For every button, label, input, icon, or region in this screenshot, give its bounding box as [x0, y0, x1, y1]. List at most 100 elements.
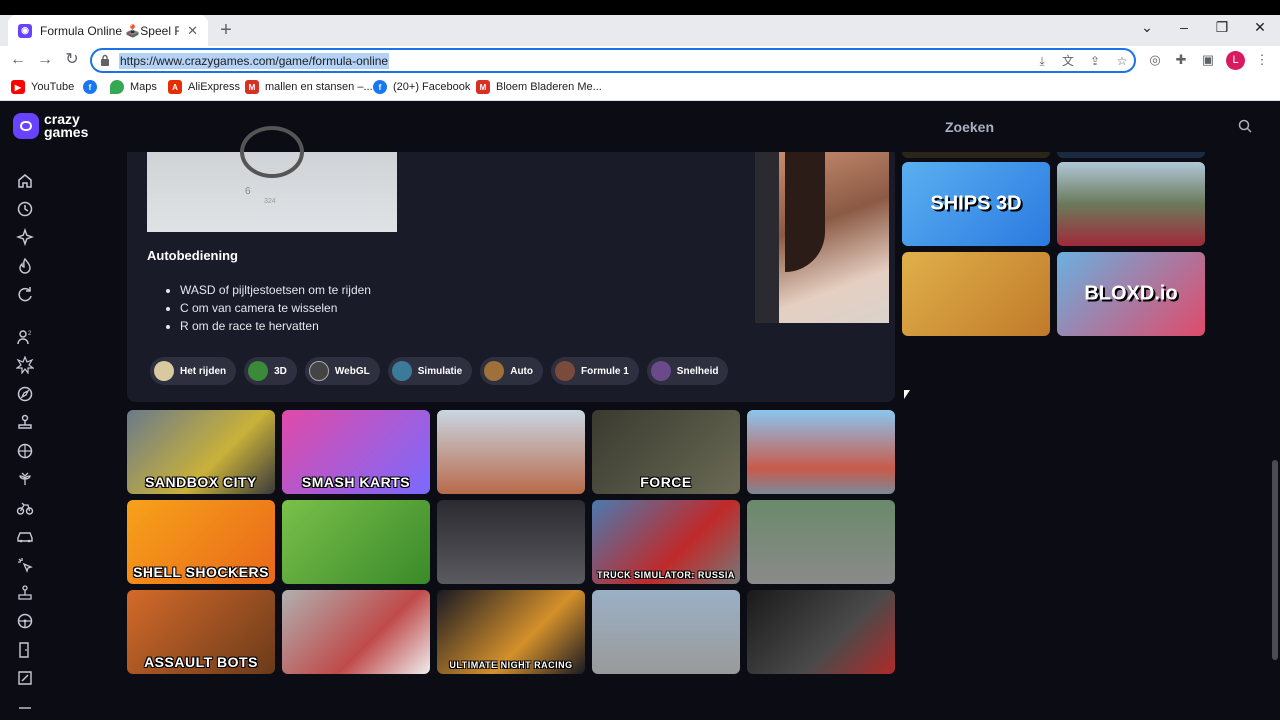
extensions-puzzle-icon[interactable]: ✚ [1172, 51, 1190, 69]
game-tile[interactable]: SMASH KARTS [282, 410, 430, 494]
side-panel-icon[interactable]: ▣ [1199, 51, 1217, 69]
close-window-button[interactable]: ✕ [1250, 19, 1270, 36]
tag-simulatie[interactable]: Simulatie [387, 357, 473, 385]
back-button[interactable]: ← [8, 50, 28, 70]
basketball-icon[interactable] [16, 442, 34, 460]
extension-circle-icon[interactable]: ◎ [1146, 51, 1164, 69]
arcade-joystick-icon[interactable] [16, 413, 34, 431]
tag-label: Formule 1 [581, 365, 629, 377]
game-tile[interactable] [437, 410, 585, 494]
fps-icon[interactable] [16, 669, 34, 687]
facebook-icon: f [83, 80, 97, 94]
crazygames-favicon: ◉ [18, 23, 32, 38]
crazygames-logo-icon [13, 113, 39, 139]
game-tile[interactable] [902, 252, 1050, 336]
browser-tabstrip: ◉ Formula Online 🕹️Speel Formule ✕ + ⌄ –… [0, 0, 1280, 46]
new-tab-button[interactable]: + [216, 19, 236, 41]
address-bar[interactable]: https://www.crazygames.com/game/formula-… [90, 48, 1136, 73]
share-icon[interactable]: ⇪ [1087, 53, 1103, 69]
bike-icon[interactable] [16, 499, 34, 517]
forward-button[interactable]: → [35, 50, 55, 70]
action-burst-icon[interactable] [16, 356, 34, 374]
lock-icon[interactable] [100, 54, 110, 66]
tab-search-icon[interactable]: ⌄ [1137, 19, 1157, 36]
game-tile[interactable]: SANDBOX CITY [127, 410, 275, 494]
beauty-flower-icon[interactable] [16, 470, 34, 488]
maximize-button[interactable]: ❐ [1212, 19, 1232, 36]
bookmark-bloem[interactable]: M Bloem Bladeren Me... [476, 80, 602, 94]
tag-thumb-icon [248, 361, 269, 381]
url-text[interactable]: https://www.crazygames.com/game/formula-… [119, 53, 390, 69]
search-icon[interactable] [1238, 119, 1252, 133]
bookmark-youtube[interactable]: ▶ YouTube [11, 80, 74, 94]
tag-webgl[interactable]: WebGL [304, 357, 380, 385]
menu-dots-icon[interactable]: ⋮ [1253, 51, 1271, 69]
tag-3d[interactable]: 3D [244, 357, 297, 385]
bookmark-star-icon[interactable]: ☆ [1114, 53, 1130, 69]
tab-close-icon[interactable]: ✕ [187, 23, 198, 39]
crazygames-page: crazy games Zoeken 2 6 324 Autobediening… [0, 101, 1280, 720]
profile-avatar[interactable]: L [1226, 51, 1245, 70]
game-tile[interactable]: ULTIMATE NIGHT RACING [437, 590, 585, 674]
game-tile[interactable] [282, 590, 430, 674]
bookmark-mallen[interactable]: M mallen en stansen –... [245, 80, 373, 94]
multiplayer-icon[interactable]: 2 [16, 328, 34, 346]
new-sparkle-icon[interactable] [16, 228, 34, 246]
mouse-cursor [904, 390, 910, 399]
adventure-compass-icon[interactable] [16, 385, 34, 403]
driving-wheel-icon[interactable] [16, 612, 34, 630]
page-scrollbar[interactable] [1272, 460, 1278, 660]
escape-door-icon[interactable] [16, 641, 34, 659]
bookmark-label: (20+) Facebook [393, 81, 471, 93]
game-tile[interactable]: FORCE [592, 410, 740, 494]
translate-icon[interactable]: 文 [1060, 53, 1076, 69]
tag-het-rijden[interactable]: Het rijden [150, 357, 237, 385]
bookmark-facebook-2[interactable]: f (20+) Facebook [373, 80, 470, 94]
browser-tab[interactable]: ◉ Formula Online 🕹️Speel Formule ✕ [8, 15, 208, 46]
updated-refresh-icon[interactable] [16, 285, 34, 303]
tag-auto[interactable]: Auto [480, 357, 543, 385]
youtube-icon: ▶ [11, 80, 25, 94]
crazygames-logo[interactable]: crazy games [13, 112, 88, 139]
clicker-icon[interactable] [16, 556, 34, 574]
install-app-icon[interactable]: ⤓ [1034, 53, 1050, 69]
controls-heading: Autobediening [147, 248, 238, 263]
ad-toolbar-strip [755, 152, 779, 323]
more-categories-icon[interactable] [16, 698, 34, 716]
game-tile[interactable] [747, 500, 895, 584]
game-tile-ships-3d[interactable]: SHIPS 3D [902, 162, 1050, 246]
facebook-icon: f [373, 80, 387, 94]
bookmark-maps[interactable]: Maps [110, 80, 157, 94]
trending-flame-icon[interactable] [16, 257, 34, 275]
game-tile[interactable] [1057, 162, 1205, 246]
game-tile[interactable] [282, 500, 430, 584]
advertisement[interactable] [755, 152, 889, 323]
bookmark-aliexpress[interactable]: A AliExpress [168, 80, 240, 94]
gameplay-video[interactable]: 6 324 [147, 126, 397, 232]
game-tile[interactable] [437, 500, 585, 584]
minimize-button[interactable]: – [1174, 19, 1194, 35]
bookmark-facebook-1[interactable]: f [83, 80, 97, 94]
game-tile[interactable] [747, 590, 895, 674]
game-title: SANDBOX CITY [145, 474, 257, 490]
bookmark-red-icon: M [245, 80, 259, 94]
game-tile[interactable] [747, 410, 895, 494]
controller-icon[interactable] [16, 584, 34, 602]
game-tile[interactable]: TRUCK SIMULATOR: RUSSIA [592, 500, 740, 584]
game-tile[interactable]: SHELL SHOCKERS [127, 500, 275, 584]
tag-thumb-icon [391, 361, 412, 381]
home-icon[interactable] [16, 172, 34, 190]
play-video-icon[interactable] [240, 126, 304, 178]
tag-formule-1[interactable]: Formule 1 [551, 357, 639, 385]
tag-snelheid[interactable]: Snelheid [646, 357, 729, 385]
tag-label: 3D [274, 365, 287, 377]
reload-button[interactable]: ↻ [62, 50, 82, 70]
recent-clock-icon[interactable] [16, 200, 34, 218]
recommended-games: SHIPS 3D BLOXD.io [902, 101, 1206, 341]
game-tile[interactable]: ASSAULT BOTS [127, 590, 275, 674]
controls-list: WASD of pijltjestoetsen om te rijden C o… [180, 281, 371, 335]
game-tile-bloxd[interactable]: BLOXD.io [1057, 252, 1205, 336]
bookmark-label: AliExpress [188, 81, 240, 93]
game-tile[interactable] [592, 590, 740, 674]
car-icon[interactable] [16, 527, 34, 545]
